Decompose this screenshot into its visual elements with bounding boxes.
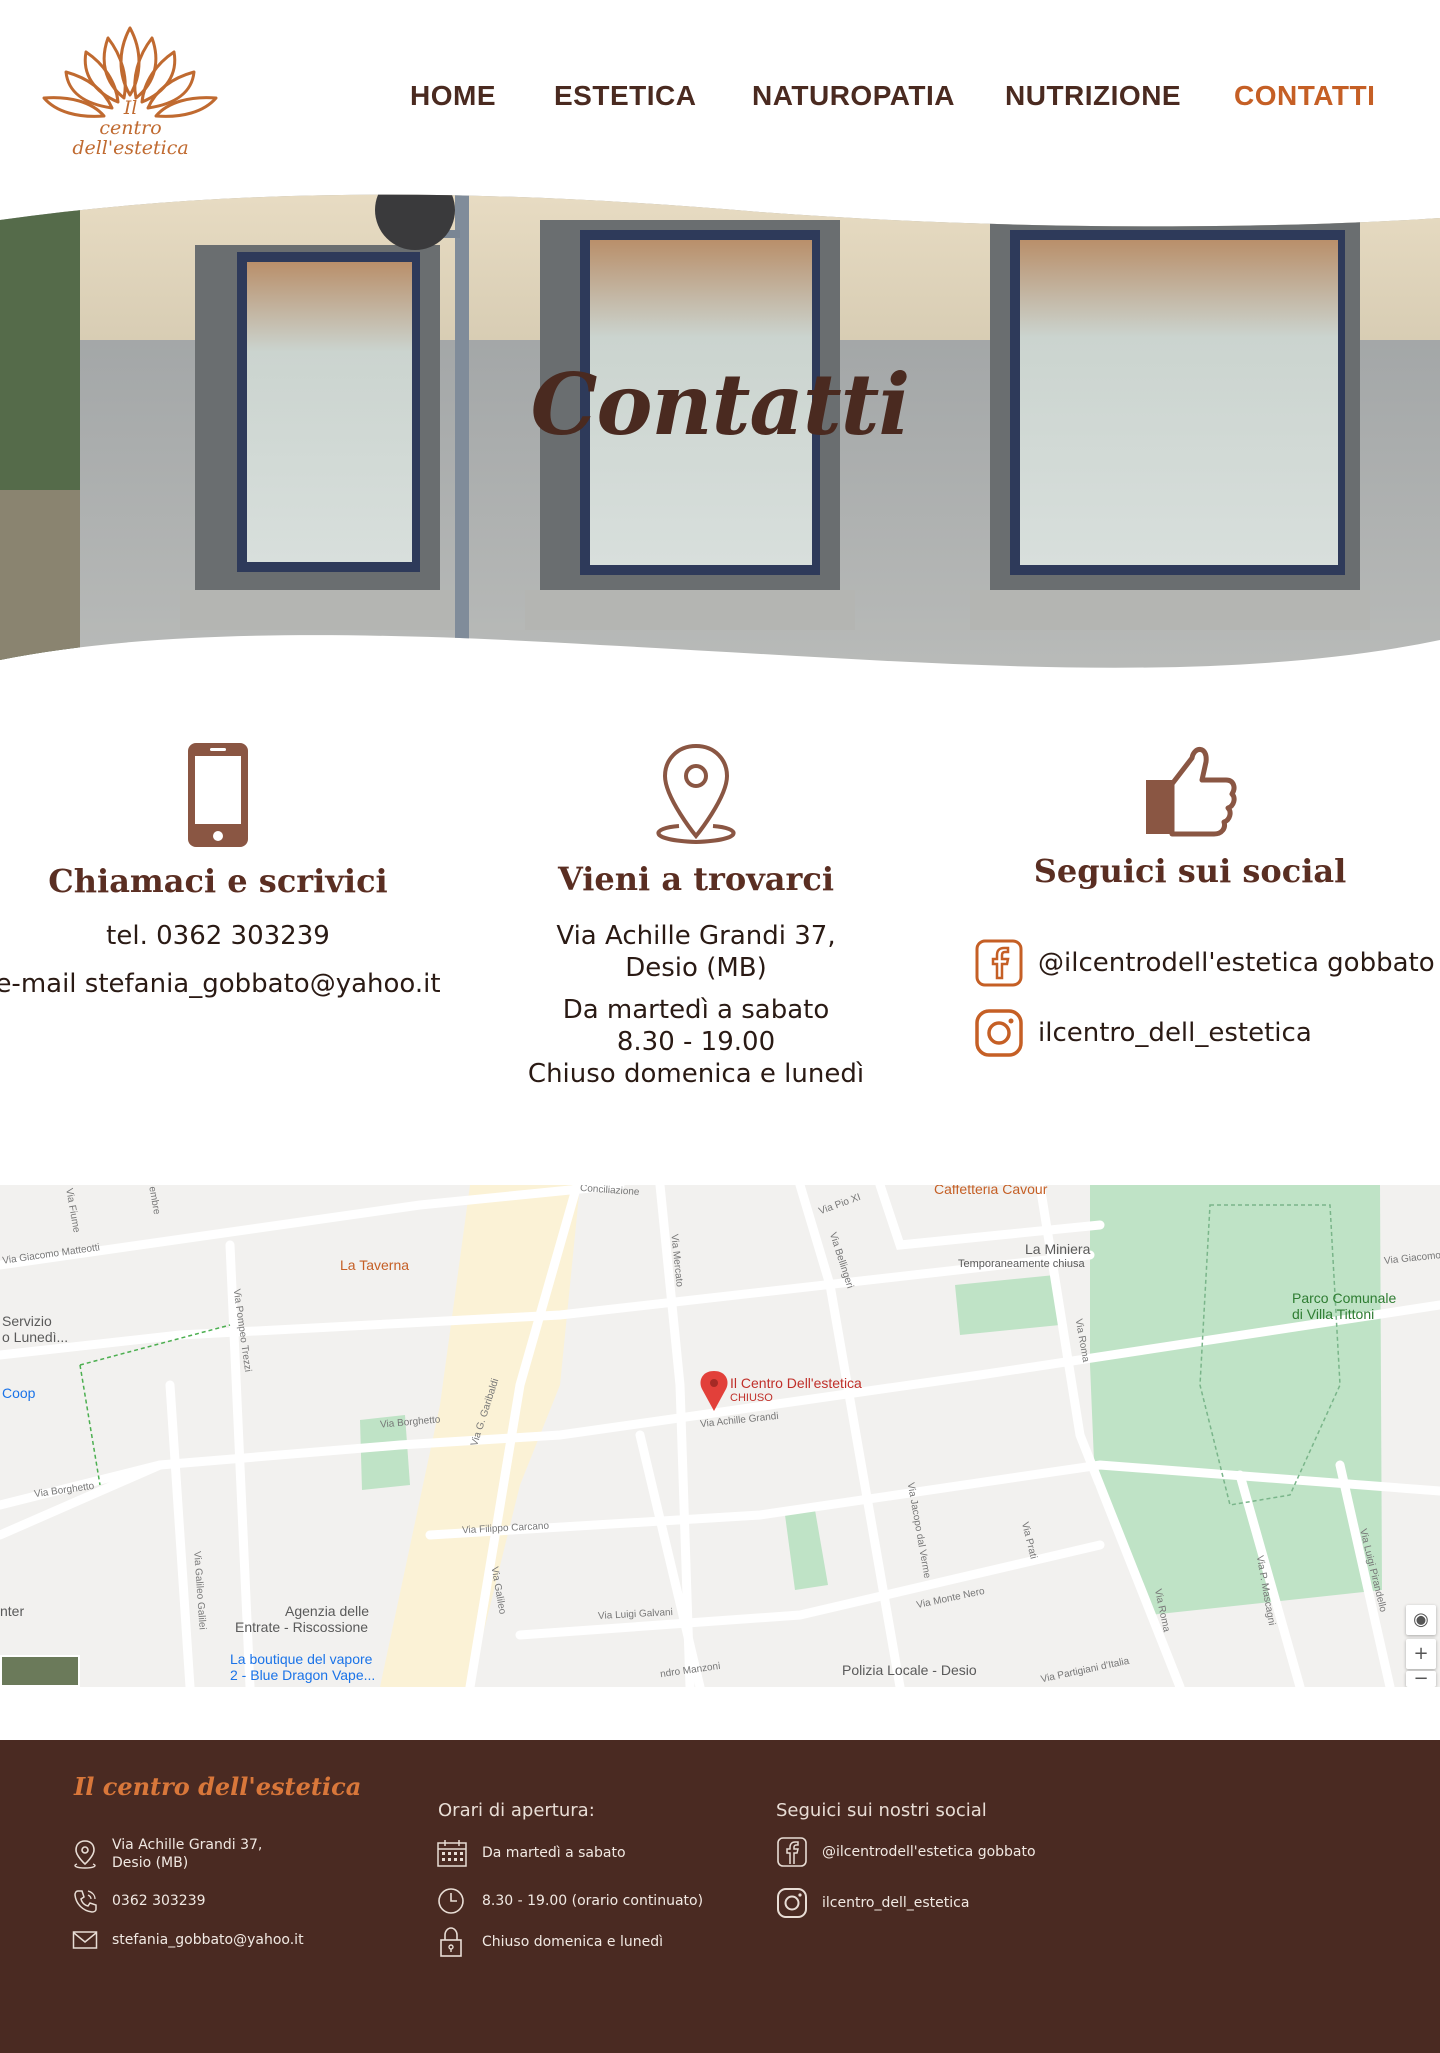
footer-hours-closed: Chiuso domenica e lunedì	[436, 1926, 663, 1958]
map-place-label[interactable]: Polizia Locale - Desio	[842, 1662, 977, 1678]
map-place-label: 2 - Blue Dragon Vape...	[230, 1667, 376, 1683]
visit-hours-line-2: 8.30 - 19.00	[616, 1027, 776, 1057]
footer-hours-time-text: 8.30 - 19.00 (orario continuato)	[482, 1893, 704, 1909]
visit-address-line-2: Desio (MB)	[625, 953, 767, 983]
phone-icon	[188, 743, 248, 847]
site-footer: Il centro dell'estetica Via Achille Gran…	[0, 1740, 1440, 2053]
map-place-label[interactable]: Parco Comunale	[1292, 1290, 1396, 1306]
logo[interactable]: Il centro dell'estetica	[38, 20, 223, 165]
facebook-icon	[777, 1837, 807, 1867]
clock-icon	[438, 1888, 464, 1914]
footer-facebook-text: @ilcentrodell'estetica gobbato	[822, 1844, 1036, 1860]
footer-email-text: stefania_gobbato@yahoo.it	[112, 1932, 304, 1948]
map-place-label[interactable]: Coop	[2, 1385, 35, 1401]
footer-phone[interactable]: 0362 303239	[72, 1888, 206, 1914]
social-instagram-link[interactable]: ilcentro_dell_estetica	[974, 1008, 1312, 1058]
mail-icon	[72, 1931, 98, 1949]
map-place-label[interactable]: Caffetteria Cavour	[934, 1185, 1047, 1197]
footer-facebook-link[interactable]: @ilcentrodell'estetica gobbato	[776, 1836, 1036, 1868]
footer-social-title: Seguici sui nostri social	[776, 1800, 987, 1821]
map-satellite-toggle[interactable]	[0, 1655, 80, 1687]
map-place-label: di Villa Tittoni	[1292, 1306, 1375, 1322]
map-zoom-in-button[interactable]: +	[1406, 1639, 1436, 1669]
site-header: Il centro dell'estetica HOME ESTETICA NA…	[0, 0, 1440, 190]
contact-social-column: Seguici sui social	[950, 740, 1430, 890]
map-marker-label[interactable]: Il Centro Dell'estetica	[730, 1375, 862, 1391]
calendar-icon	[437, 1840, 467, 1867]
facebook-icon	[975, 939, 1023, 987]
visit-address-line-1: Via Achille Grandi 37,	[556, 921, 836, 951]
nav-estetica[interactable]: ESTETICA	[554, 80, 696, 112]
footer-instagram-link[interactable]: ilcentro_dell_estetica	[776, 1887, 969, 1919]
map-place-label: nter	[0, 1603, 25, 1619]
footer-email[interactable]: stefania_gobbato@yahoo.it	[72, 1930, 304, 1950]
logo-line-2: centro	[99, 117, 162, 139]
footer-address-line-1: Via Achille Grandi 37,	[112, 1837, 263, 1853]
map-place-label[interactable]: La Miniera	[1025, 1241, 1090, 1257]
instagram-icon	[975, 1009, 1023, 1057]
footer-hours-title: Orari di apertura:	[438, 1800, 595, 1821]
nav-naturopatia[interactable]: NATUROPATIA	[752, 80, 955, 112]
call-email[interactable]: e-mail stefania_gobbato@yahoo.it	[0, 968, 458, 1000]
call-phone[interactable]: tel. 0362 303239	[0, 920, 458, 952]
call-title: Chiamaci e scrivici	[48, 862, 388, 900]
social-title: Seguici sui social	[1033, 852, 1347, 890]
google-map[interactable]: Il Centro Dell'estetica CHIUSO La Tavern…	[0, 1185, 1440, 1687]
facebook-handle: @ilcentrodell'estetica gobbato	[1038, 948, 1435, 978]
map-background	[0, 1185, 1440, 1687]
thumbs-up-icon	[1146, 747, 1237, 837]
map-pin-icon	[74, 1840, 96, 1869]
map-place-label[interactable]: Agenzia delle	[285, 1603, 369, 1619]
contact-visit-column: Vieni a trovarci Via Achille Grandi 37, …	[456, 740, 936, 1090]
footer-hours-days-text: Da martedì a sabato	[482, 1845, 626, 1861]
visit-hours-line-3: Chiuso domenica e lunedì	[527, 1059, 865, 1089]
nav-nutrizione[interactable]: NUTRIZIONE	[1005, 80, 1181, 112]
visit-title: Vieni a trovarci	[557, 860, 835, 898]
map-place-label[interactable]: Servizio	[2, 1313, 52, 1329]
footer-hours-days: Da martedì a sabato	[436, 1838, 626, 1868]
map-place-label[interactable]: La Taverna	[340, 1257, 409, 1273]
instagram-icon	[777, 1888, 807, 1918]
map-place-label: o Lunedì...	[2, 1329, 69, 1345]
map-place-label: Entrate - Riscossione	[235, 1619, 369, 1635]
map-place-label: Temporaneamente chiusa	[958, 1258, 1085, 1270]
footer-hours-time: 8.30 - 19.00 (orario continuato)	[436, 1886, 703, 1916]
footer-title: Il centro dell'estetica	[74, 1772, 362, 1801]
visit-hours-line-1: Da martedì a sabato	[562, 995, 830, 1025]
social-facebook-link[interactable]: @ilcentrodell'estetica gobbato	[974, 938, 1435, 988]
map-location-button[interactable]: ◉	[1406, 1605, 1436, 1635]
instagram-handle: ilcentro_dell_estetica	[1038, 1018, 1312, 1048]
map-place-label[interactable]: La boutique del vapore	[230, 1651, 372, 1667]
logo-line-3: dell'estetica	[72, 137, 189, 159]
page-title: Contatti	[530, 355, 911, 454]
lock-icon	[440, 1927, 462, 1957]
nav-home[interactable]: HOME	[410, 80, 496, 112]
map-marker-status: CHIUSO	[730, 1392, 773, 1404]
nav-contatti[interactable]: CONTATTI	[1234, 80, 1375, 112]
footer-address-line-2: Desio (MB)	[112, 1855, 189, 1871]
map-pin-icon	[656, 743, 736, 845]
footer-phone-text: 0362 303239	[112, 1893, 206, 1909]
logo-line-1: Il	[123, 97, 138, 119]
phone-call-icon	[74, 1890, 97, 1913]
footer-hours-closed-text: Chiuso domenica e lunedì	[482, 1934, 664, 1950]
contact-call-column: Chiamaci e scrivici tel. 0362 303239 e-m…	[0, 740, 458, 1000]
footer-instagram-text: ilcentro_dell_estetica	[822, 1895, 970, 1911]
hero-banner: Contatti	[0, 190, 1440, 680]
footer-address: Via Achille Grandi 37, Desio (MB)	[72, 1836, 262, 1872]
map-zoom-out-button[interactable]: −	[1406, 1670, 1436, 1687]
